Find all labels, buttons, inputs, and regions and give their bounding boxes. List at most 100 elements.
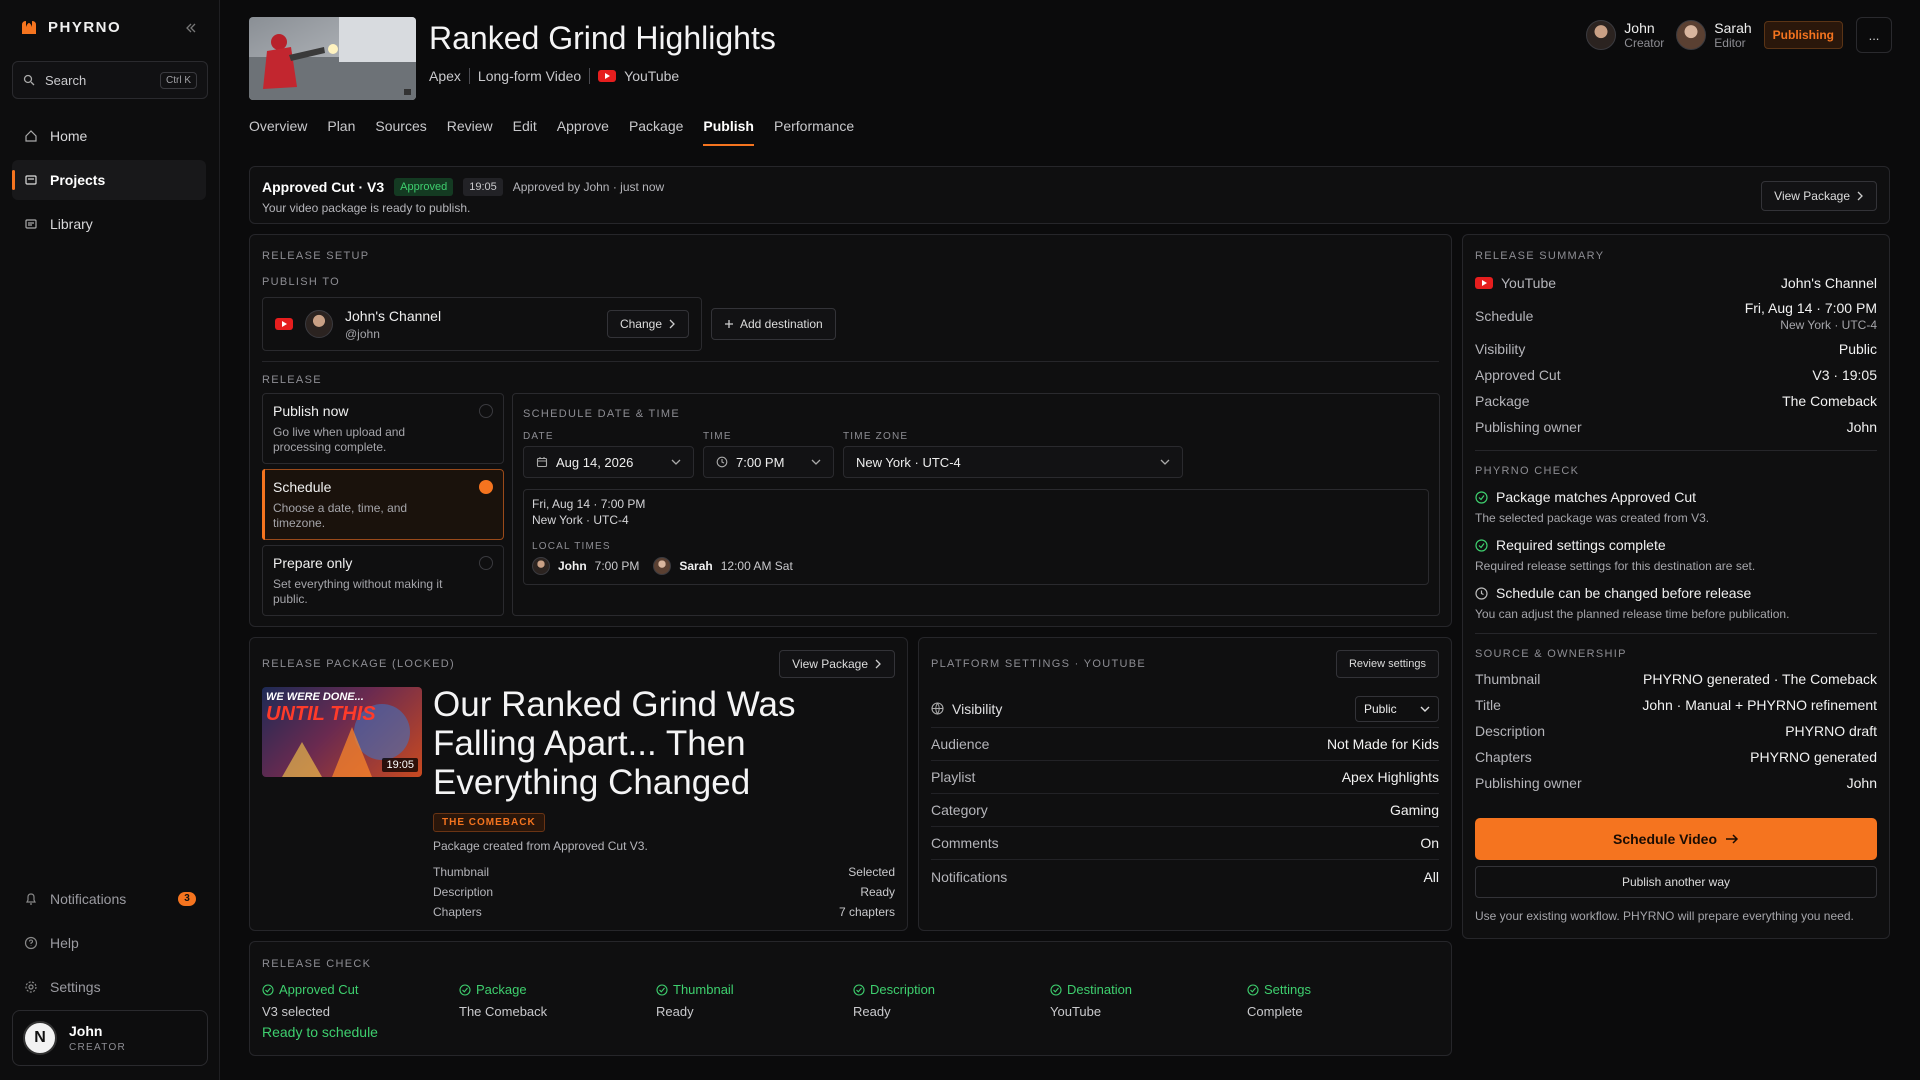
local-time-value: 7:00 PM [594,559,640,573]
clock-icon [716,456,728,468]
summary-value: The Comeback [1782,393,1877,409]
nav-item-settings[interactable]: Settings [12,967,206,1007]
tab-edit[interactable]: Edit [513,118,537,146]
release-check-status: Ready [656,1004,694,1019]
radio-button[interactable] [479,404,493,418]
nav-item-projects[interactable]: Projects [12,160,206,200]
date-value: Aug 14, 2026 [556,454,634,470]
summary-value-group: Fri, Aug 14 · 7:00 PM New York · UTC-4 [1745,300,1877,332]
setting-key: Notifications [931,868,1008,885]
radio-button[interactable] [479,480,493,494]
tab-sources[interactable]: Sources [375,118,426,146]
tab-publish[interactable]: Publish [703,118,754,146]
summary-value: Public [1838,341,1877,357]
change-destination-button[interactable]: Change [606,310,689,338]
release-check-title: Package [476,982,527,997]
tab-review[interactable]: Review [447,118,493,146]
avatar: N [23,1021,57,1055]
brand-name: PHYRNO [48,18,122,36]
collaborator-sarah[interactable]: Sarah Editor [1676,20,1752,50]
check-title-row: Schedule can be changed before release [1475,585,1877,601]
brand[interactable]: PHYRNO [20,18,121,36]
tab-approve[interactable]: Approve [557,118,609,146]
nav-item-notifications[interactable]: Notifications 3 [12,879,206,919]
visibility-select[interactable]: Public [1355,695,1439,722]
release-option-schedule[interactable]: Schedule Choose a date, time, and timezo… [262,469,504,540]
project-thumbnail[interactable] [249,17,416,100]
publish-another-way-button[interactable]: Publish another way [1475,866,1877,898]
schedule-summary-datetime: Fri, Aug 14 · 7:00 PM [532,497,646,511]
schedule-video-button[interactable]: Schedule Video [1475,818,1877,860]
nav-item-label: Notifications [50,891,127,907]
divider [1475,633,1877,634]
setting-row[interactable]: Playlist Apex Highlights [931,761,1439,794]
add-destination-button[interactable]: Add destination [711,308,836,340]
setting-row[interactable]: Category Gaming [931,794,1439,827]
package-thumbnail[interactable]: WE WERE DONE... UNTIL THIS 19:05 [262,687,422,777]
release-check-status: V3 selected [262,1004,330,1019]
user-account-card[interactable]: N John CREATOR [12,1010,208,1066]
notifications-count-badge: 3 [178,892,196,906]
view-package-button[interactable]: View Package [779,650,895,678]
source-row: Description PHYRNO draft [1475,718,1877,744]
divider [589,68,591,84]
arrow-right-icon [1725,833,1739,845]
package-title: Our Ranked Grind Was Falling Apart... Th… [433,685,796,802]
tab-package[interactable]: Package [629,118,683,146]
source-value: PHYRNO generated · The Comeback [1643,671,1877,687]
setting-row[interactable]: Comments On [931,827,1439,860]
button-label: Add destination [740,317,823,331]
timezone-select[interactable]: New York · UTC-4 [843,446,1183,478]
tab-plan[interactable]: Plan [327,118,355,146]
release-option-publish-now[interactable]: Publish now Go live when upload and proc… [262,393,504,464]
clock-icon [1475,586,1488,600]
more-options-button[interactable]: ... [1856,17,1892,53]
summary-key: Package [1475,393,1530,409]
date-label: DATE [523,431,554,442]
footnote: Use your existing workflow. PHYRNO will … [1475,909,1854,923]
search-input[interactable]: Search Ctrl K [12,61,208,99]
section-heading: RELEASE SETUP [262,250,370,262]
search-placeholder: Search [45,72,87,88]
collapse-sidebar-icon[interactable] [185,22,197,34]
setting-key: Visibility [931,701,1002,717]
local-time-name: Sarah [679,559,713,573]
summary-value: John's Channel [1780,275,1877,291]
release-check-title-row: Destination [1050,982,1132,997]
radio-button[interactable] [479,556,493,570]
release-check-status: Ready [853,1004,891,1019]
time-label: TIME [703,431,732,442]
review-settings-button[interactable]: Review settings [1335,650,1439,678]
date-picker[interactable]: Aug 14, 2026 [523,446,694,478]
source-key: Title [1475,697,1501,713]
button-label: Schedule Video [1613,831,1717,847]
nav-item-home[interactable]: Home [12,116,206,156]
view-package-button[interactable]: View Package [1761,181,1877,211]
collaborator-john[interactable]: John Creator [1586,20,1664,50]
page-title: Ranked Grind Highlights [429,20,776,56]
setting-row[interactable]: Audience Not Made for Kids [931,728,1439,761]
nav-item-label: Home [50,128,88,144]
time-picker[interactable]: 7:00 PM [703,446,834,478]
setting-row[interactable]: Notifications All [931,860,1439,893]
package-rows: Thumbnail Selected Description Ready Chapt… [433,862,895,922]
bell-icon [24,892,38,906]
check-description: The selected package was created from V3… [1475,511,1710,525]
tab-overview[interactable]: Overview [249,118,307,146]
local-times-label: LOCAL TIMES [532,541,611,552]
user-name: John [69,1023,103,1039]
release-option-prepare-only[interactable]: Prepare only Set everything without maki… [262,545,504,616]
package-value: 7 chapters [838,905,895,919]
nav-item-label: Settings [50,979,101,995]
phyrno-logo-icon [20,18,38,36]
nav-item-library[interactable]: Library [12,204,206,244]
nav-item-help[interactable]: Help [12,923,206,963]
release-check-title-row: Thumbnail [656,982,734,997]
package-key: Chapters [433,905,482,919]
check-title: Required settings complete [1496,537,1666,553]
source-row: Thumbnail PHYRNO generated · The Comeback [1475,666,1877,692]
release-check-title: Approved Cut [279,982,359,997]
summary-subvalue: New York · UTC-4 [1780,318,1877,332]
avatar [1586,20,1617,50]
tab-performance[interactable]: Performance [774,118,854,146]
